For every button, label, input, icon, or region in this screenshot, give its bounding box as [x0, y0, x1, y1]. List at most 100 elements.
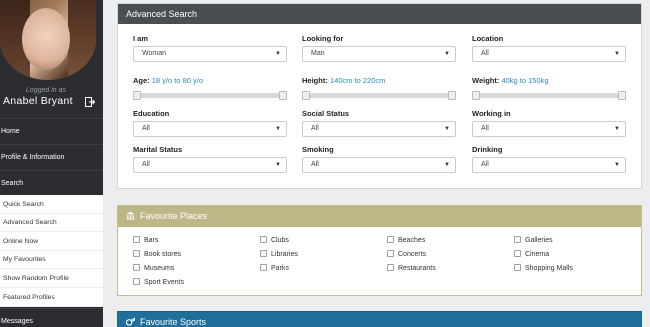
field-location: Location All ▼ — [472, 34, 626, 62]
drinking-select[interactable]: All ▼ — [472, 157, 626, 173]
age-label: Age: 18 y/o to 80 y/o — [133, 76, 287, 86]
checkbox-box[interactable] — [133, 236, 140, 243]
checkbox-box[interactable] — [260, 250, 267, 257]
age-slider-track — [135, 93, 285, 98]
submenu-random-profile[interactable]: Show Random Profile — [0, 269, 103, 288]
field-height: Height: 140cm to 220cm — [302, 76, 456, 100]
checkbox-box[interactable] — [387, 236, 394, 243]
checkbox-label: Parks — [271, 265, 289, 272]
field-i-am: I am Woman ▼ — [133, 34, 287, 62]
avatar-hair-right — [68, 0, 96, 80]
field-education: Education All ▼ — [133, 109, 287, 137]
nav-profile[interactable]: Profile & Information — [0, 144, 103, 170]
working-in-value: All — [481, 125, 489, 132]
checkbox-box[interactable] — [387, 250, 394, 257]
checkbox-label: Sport Events — [144, 279, 185, 286]
weight-slider-min-handle[interactable] — [472, 91, 480, 100]
i-am-select[interactable]: Woman ▼ — [133, 46, 287, 62]
height-slider-track — [304, 93, 454, 98]
age-label-text: Age: — [133, 76, 150, 85]
nav-messages[interactable]: Messages — [0, 308, 103, 327]
checkbox-parks[interactable]: Parks — [260, 264, 289, 274]
social-status-label: Social Status — [302, 109, 350, 118]
height-slider-max-handle[interactable] — [448, 91, 456, 100]
checkbox-box[interactable] — [133, 264, 140, 271]
age-slider-max-handle[interactable] — [279, 91, 287, 100]
checkbox-museums[interactable]: Museums — [133, 264, 174, 274]
sidebar: Logged in as Anabel Bryant Home Profile … — [0, 0, 103, 327]
weight-slider-max-handle[interactable] — [618, 91, 626, 100]
favourite-places-title: Favourite Places — [140, 211, 208, 221]
chevron-down-icon: ▼ — [275, 126, 281, 132]
username-row: Anabel Bryant — [0, 95, 103, 111]
field-looking-for: Looking for Man ▼ — [302, 34, 456, 62]
checkbox-label: Museums — [144, 265, 175, 272]
logout-icon[interactable] — [85, 97, 95, 107]
checkbox-box[interactable] — [133, 278, 140, 285]
logged-in-label: Logged in as — [25, 87, 66, 94]
checkbox-label: Clubs — [271, 237, 289, 244]
advanced-search-panel: Advanced Search I am Woman ▼ Looking for … — [117, 3, 642, 189]
favourite-places-panel: Favourite Places Bars Clubs Beaches Gall… — [117, 205, 642, 296]
field-marital-status: Marital Status All ▼ — [133, 145, 287, 173]
checkbox-box[interactable] — [387, 264, 394, 271]
checkbox-clubs[interactable]: Clubs — [260, 236, 289, 246]
favourite-places-header: Favourite Places — [118, 206, 641, 227]
social-status-select[interactable]: All ▼ — [302, 121, 456, 137]
checkbox-book-stores[interactable]: Book stores — [133, 250, 181, 260]
field-smoking: Smoking All ▼ — [302, 145, 456, 173]
checkbox-beaches[interactable]: Beaches — [387, 236, 425, 246]
whistle-icon — [126, 317, 135, 326]
search-submenu: Quick Search Advanced Search Online Now … — [0, 195, 103, 307]
location-select[interactable]: All ▼ — [472, 46, 626, 62]
checkbox-box[interactable] — [260, 236, 267, 243]
marital-status-select[interactable]: All ▼ — [133, 157, 287, 173]
checkbox-cinema[interactable]: Cinema — [514, 250, 549, 260]
looking-for-select[interactable]: Man ▼ — [302, 46, 456, 62]
age-slider[interactable] — [133, 91, 287, 100]
submenu-quick-search[interactable]: Quick Search — [0, 195, 103, 214]
nav-search[interactable]: Search — [0, 170, 103, 196]
submenu-featured-profiles[interactable]: Featured Profiles — [0, 288, 103, 307]
looking-for-label: Looking for — [302, 34, 344, 43]
avatar[interactable] — [0, 0, 96, 80]
working-in-select[interactable]: All ▼ — [472, 121, 626, 137]
nav-home[interactable]: Home — [0, 118, 103, 144]
chevron-down-icon: ▼ — [614, 51, 620, 57]
checkbox-restaurants[interactable]: Restaurants — [387, 264, 436, 274]
chevron-down-icon: ▼ — [614, 162, 620, 168]
checkbox-libraries[interactable]: Libraries — [260, 250, 298, 260]
smoking-select[interactable]: All ▼ — [302, 157, 456, 173]
checkbox-shopping-malls[interactable]: Shopping Malls — [514, 264, 573, 274]
smoking-label: Smoking — [302, 145, 334, 154]
checkbox-box[interactable] — [133, 250, 140, 257]
i-am-label: I am — [133, 34, 149, 43]
checkbox-label: Cinema — [525, 251, 550, 258]
weight-slider[interactable] — [472, 91, 626, 100]
weight-slider-track — [474, 93, 624, 98]
submenu-my-favourites[interactable]: My Favourites — [0, 250, 103, 269]
checkbox-label: Libraries — [271, 251, 298, 258]
checkbox-box[interactable] — [514, 236, 521, 243]
i-am-value: Woman — [142, 50, 166, 57]
avatar-face — [22, 8, 70, 70]
checkbox-galleries[interactable]: Galleries — [514, 236, 553, 246]
submenu-online-now[interactable]: Online Now — [0, 232, 103, 251]
checkbox-bars[interactable]: Bars — [133, 236, 158, 246]
checkbox-sport-events[interactable]: Sport Events — [133, 278, 184, 288]
advanced-search-title: Advanced Search — [118, 4, 641, 24]
checkbox-box[interactable] — [514, 264, 521, 271]
field-weight: Weight: 40kg to 150kg — [472, 76, 626, 100]
age-slider-min-handle[interactable] — [133, 91, 141, 100]
checkbox-concerts[interactable]: Concerts — [387, 250, 426, 260]
chevron-down-icon: ▼ — [444, 162, 450, 168]
education-select[interactable]: All ▼ — [133, 121, 287, 137]
height-slider[interactable] — [302, 91, 456, 100]
working-in-label: Working in — [472, 109, 511, 118]
checkbox-box[interactable] — [514, 250, 521, 257]
checkbox-box[interactable] — [260, 264, 267, 271]
smoking-value: All — [311, 161, 319, 168]
marital-status-label: Marital Status — [133, 145, 183, 154]
submenu-advanced-search[interactable]: Advanced Search — [0, 213, 103, 232]
height-slider-min-handle[interactable] — [302, 91, 310, 100]
